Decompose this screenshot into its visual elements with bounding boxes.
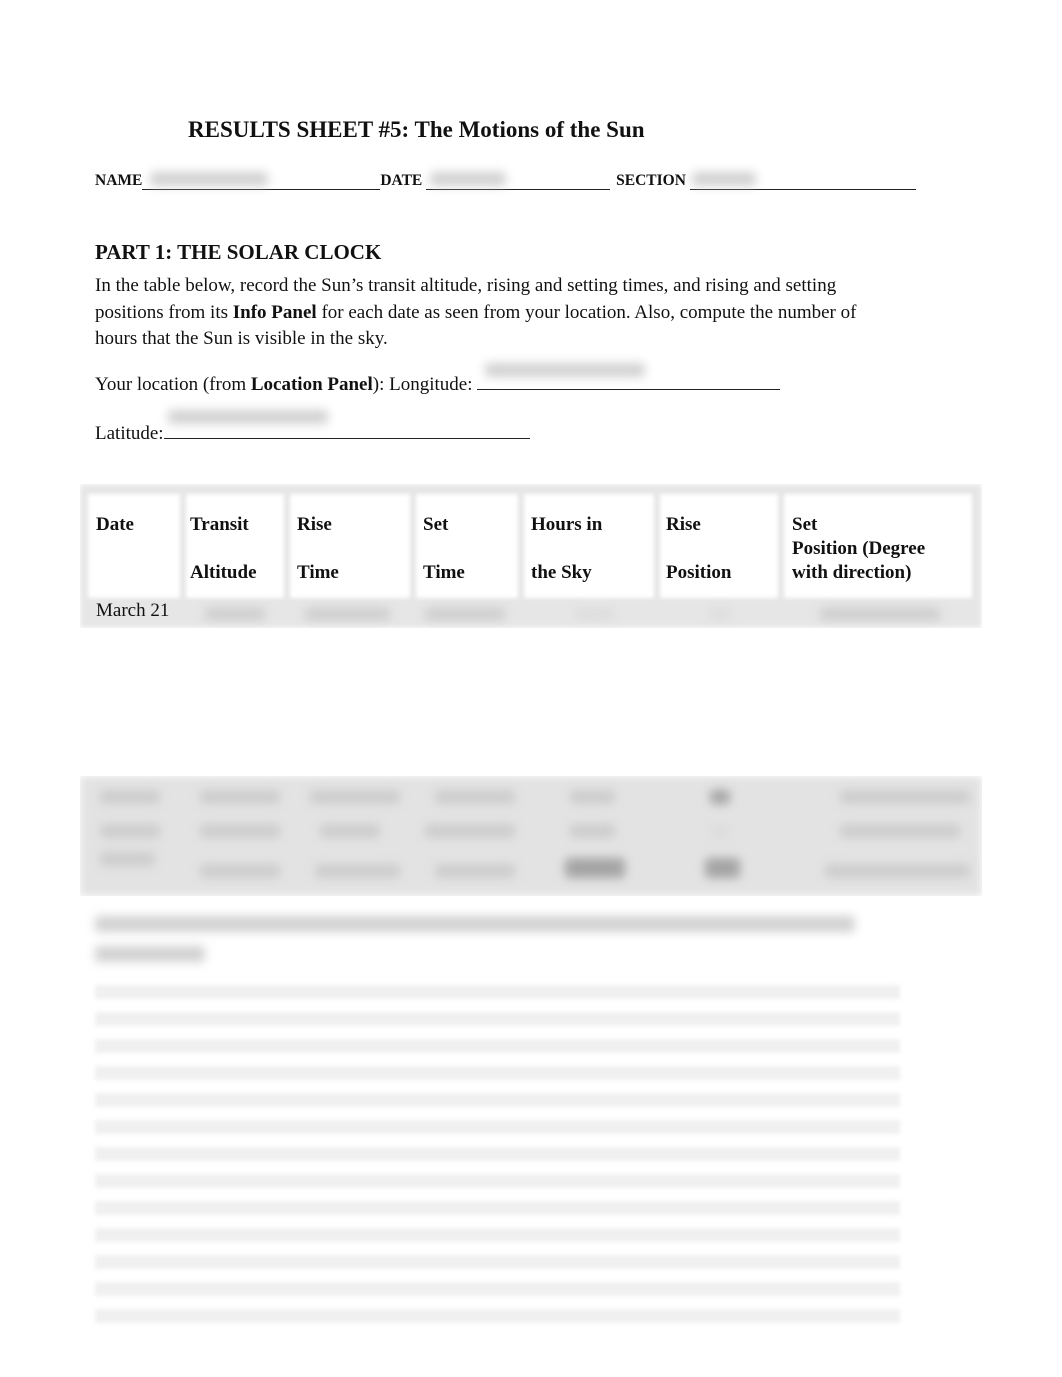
answer-line	[95, 1066, 900, 1080]
latitude-line: Latitude:	[95, 410, 530, 445]
col-header-transit-altitude: Transit Altitude	[190, 514, 257, 583]
section-field[interactable]	[689, 172, 916, 190]
answer-line	[95, 1039, 900, 1053]
answer-line	[95, 1282, 900, 1296]
name-field[interactable]	[142, 172, 381, 190]
answer-line	[95, 1228, 900, 1242]
col-header-set-time: Set Time	[423, 514, 465, 583]
latitude-label: Latitude:	[95, 423, 164, 444]
info-panel-term: Info Panel	[232, 301, 317, 323]
solar-clock-table: Date Transit Altitude Rise Time Set Time Ho…	[80, 484, 982, 628]
answer-area[interactable]	[95, 985, 900, 1336]
page-title: RESULTS SHEET #5: The Motions of the Sun	[188, 117, 645, 142]
answer-line	[95, 1255, 900, 1269]
location-line: Your location (from Location Panel): Lon…	[95, 363, 781, 396]
answer-line	[95, 1093, 900, 1107]
part1-heading: PART 1: THE SOLAR CLOCK	[95, 240, 382, 264]
answer-line	[95, 1012, 900, 1026]
answer-line	[95, 1120, 900, 1134]
date-label: DATE	[380, 172, 423, 189]
answer-line	[95, 1174, 900, 1188]
col-header-rise-time: Rise Time	[297, 514, 339, 583]
header-fields: NAME DATE SECTION	[95, 172, 916, 190]
col-header-set-position: Set Position (Degree with direction)	[792, 514, 926, 583]
section-label: SECTION	[616, 172, 686, 189]
latitude-field[interactable]	[163, 410, 530, 439]
col-header-hours-in-sky: Hours in the Sky	[531, 514, 603, 583]
answer-line	[95, 1201, 900, 1215]
location-panel-term: Location Panel	[250, 374, 373, 395]
col-header-date: Date	[96, 514, 134, 535]
part1-instructions: In the table below, record the Sun’s tra…	[95, 275, 857, 349]
col-header-rise-position: Rise Position	[666, 514, 732, 583]
solar-clock-table-continued	[80, 776, 982, 896]
answer-line	[95, 985, 900, 999]
answer-line	[95, 1309, 900, 1323]
row-date-march-21: March 21	[96, 600, 170, 621]
answer-line	[95, 1147, 900, 1161]
longitude-field[interactable]	[477, 363, 781, 390]
date-field[interactable]	[426, 172, 611, 190]
name-label: NAME	[95, 172, 143, 189]
